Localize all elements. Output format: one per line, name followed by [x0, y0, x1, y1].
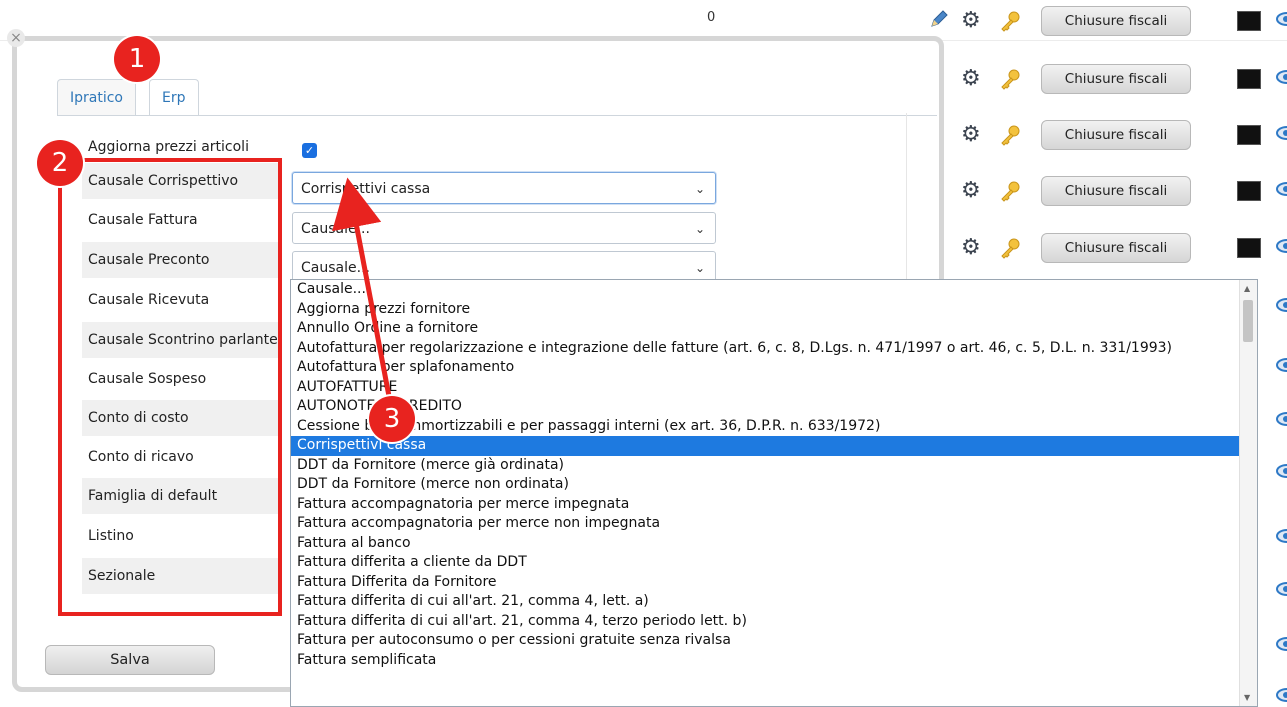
- listbox-option[interactable]: AUTOFATTURE: [291, 378, 1257, 398]
- key-icon[interactable]: [999, 180, 1021, 202]
- chiusure-fiscali-button[interactable]: Chiusure fiscali: [1041, 6, 1191, 36]
- listbox-option[interactable]: Fattura semplificata: [291, 651, 1257, 671]
- listbox-option[interactable]: Fattura differita a cliente da DDT: [291, 553, 1257, 573]
- listbox-option[interactable]: Autofattura per splafonamento: [291, 358, 1257, 378]
- listbox-option[interactable]: Fattura per autoconsumo o per cessioni g…: [291, 631, 1257, 651]
- listbox-option[interactable]: Cessione beni ammortizzabili e per passa…: [291, 417, 1257, 437]
- scroll-thumb[interactable]: [1243, 300, 1253, 342]
- terminal-icon[interactable]: [1237, 181, 1261, 201]
- chiusure-fiscali-button[interactable]: Chiusure fiscali: [1041, 176, 1191, 206]
- listbox-option[interactable]: Fattura Differita da Fornitore: [291, 573, 1257, 593]
- tab-ipratico[interactable]: Ipratico: [57, 79, 136, 116]
- close-icon[interactable]: ×: [7, 29, 25, 47]
- annotation-badge-2: 2: [37, 140, 83, 186]
- eye-icon[interactable]: [1275, 8, 1287, 30]
- eye-icon[interactable]: [1275, 178, 1287, 200]
- listbox-option[interactable]: Annullo Ordine a fornitore: [291, 319, 1257, 339]
- listbox-scrollbar[interactable]: ▲ ▼: [1239, 280, 1257, 706]
- pencil-icon[interactable]: [929, 8, 949, 30]
- background-row: ⚙ Chiusure fiscali: [925, 176, 1287, 216]
- key-icon[interactable]: [999, 10, 1021, 32]
- background-row: ⚙ Chiusure fiscali: [925, 120, 1287, 160]
- eye-icon[interactable]: [1275, 633, 1287, 655]
- listbox-option[interactable]: DDT da Fornitore (merce già ordinata): [291, 456, 1257, 476]
- listbox-option[interactable]: DDT da Fornitore (merce non ordinata): [291, 475, 1257, 495]
- gear-icon[interactable]: ⚙: [961, 124, 981, 146]
- eye-icon[interactable]: [1275, 460, 1287, 482]
- scroll-down-icon[interactable]: ▼: [1244, 693, 1250, 702]
- terminal-icon[interactable]: [1237, 69, 1261, 89]
- gear-icon[interactable]: ⚙: [961, 180, 981, 202]
- annotation-badge-3: 3: [369, 396, 415, 442]
- listbox-option[interactable]: Fattura accompagnatoria per merce impegn…: [291, 495, 1257, 515]
- terminal-icon[interactable]: [1237, 125, 1261, 145]
- listbox-option[interactable]: AUTONOTE DI CREDITO: [291, 397, 1257, 417]
- listbox-option[interactable]: Aggiorna prezzi fornitore: [291, 300, 1257, 320]
- row-value: 0: [707, 10, 716, 25]
- highlight-box: [58, 158, 282, 616]
- save-button[interactable]: Salva: [45, 645, 215, 675]
- causale-corrispettivo-select[interactable]: Corrispettivi cassa ⌄: [292, 172, 716, 204]
- select-value: Corrispettivi cassa: [301, 181, 431, 197]
- chevron-down-icon: ⌄: [694, 222, 705, 236]
- terminal-icon[interactable]: [1237, 11, 1261, 31]
- chiusure-fiscali-button[interactable]: Chiusure fiscali: [1041, 120, 1191, 150]
- terminal-icon[interactable]: [1237, 238, 1261, 258]
- listbox-option[interactable]: Causale...: [291, 280, 1257, 300]
- background-row: ⚙ Chiusure fiscali: [925, 6, 1287, 46]
- eye-icon[interactable]: [1275, 66, 1287, 88]
- select-value: Causale...: [301, 221, 370, 237]
- tab-erp[interactable]: Erp: [149, 79, 199, 116]
- background-row: ⚙ Chiusure fiscali: [925, 64, 1287, 104]
- background-row: ⚙ Chiusure fiscali: [925, 233, 1287, 273]
- gear-icon[interactable]: ⚙: [961, 10, 981, 32]
- gear-icon[interactable]: ⚙: [961, 237, 981, 259]
- key-icon[interactable]: [999, 124, 1021, 146]
- gear-icon[interactable]: ⚙: [961, 68, 981, 90]
- listbox-option[interactable]: Fattura al banco: [291, 534, 1257, 554]
- listbox-option[interactable]: Corrispettivi cassa: [291, 436, 1257, 456]
- listbox-option[interactable]: Fattura accompagnatoria per merce non im…: [291, 514, 1257, 534]
- tab-divider: [57, 115, 937, 116]
- listbox-option[interactable]: Fattura differita di cui all'art. 21, co…: [291, 612, 1257, 632]
- eye-icon[interactable]: [1275, 235, 1287, 257]
- eye-icon[interactable]: [1275, 354, 1287, 376]
- eye-icon[interactable]: [1275, 294, 1287, 316]
- scroll-up-icon[interactable]: ▲: [1244, 284, 1250, 293]
- listbox-option[interactable]: Fattura differita di cui all'art. 21, co…: [291, 592, 1257, 612]
- causale-fattura-select[interactable]: Causale... ⌄: [292, 212, 716, 244]
- aggiorna-prezzi-checkbox[interactable]: ✓: [302, 143, 317, 158]
- chevron-down-icon: ⌄: [694, 182, 705, 196]
- eye-icon[interactable]: [1275, 122, 1287, 144]
- eye-icon[interactable]: [1275, 525, 1287, 547]
- annotation-badge-1: 1: [114, 36, 160, 82]
- eye-icon[interactable]: [1275, 684, 1287, 706]
- chiusure-fiscali-button[interactable]: Chiusure fiscali: [1041, 233, 1191, 263]
- chiusure-fiscali-button[interactable]: Chiusure fiscali: [1041, 64, 1191, 94]
- select-value: Causale...: [301, 260, 370, 276]
- key-icon[interactable]: [999, 68, 1021, 90]
- eye-icon[interactable]: [1275, 408, 1287, 430]
- eye-icon[interactable]: [1275, 578, 1287, 600]
- key-icon[interactable]: [999, 237, 1021, 259]
- causale-options-listbox[interactable]: Causale... Aggiorna prezzi fornitore Annul…: [290, 279, 1258, 707]
- listbox-option[interactable]: Autofattura per regolarizzazione e integ…: [291, 339, 1257, 359]
